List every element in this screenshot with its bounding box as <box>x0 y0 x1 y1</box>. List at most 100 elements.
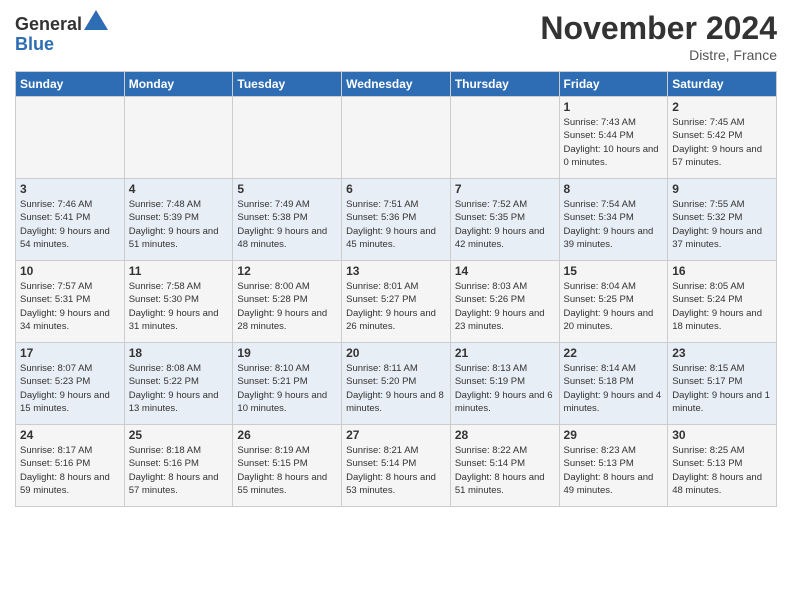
day-number: 17 <box>20 346 120 360</box>
day-info: Sunrise: 8:11 AM Sunset: 5:20 PM Dayligh… <box>346 362 446 415</box>
day-info: Sunrise: 8:04 AM Sunset: 5:25 PM Dayligh… <box>564 280 664 333</box>
calendar-cell: 30 Sunrise: 8:25 AM Sunset: 5:13 PM Dayli… <box>668 425 777 507</box>
day-info: Sunrise: 7:51 AM Sunset: 5:36 PM Dayligh… <box>346 198 446 251</box>
calendar-cell: 10 Sunrise: 7:57 AM Sunset: 5:31 PM Dayli… <box>16 261 125 343</box>
header-cell-friday: Friday <box>559 72 668 97</box>
day-info: Sunrise: 7:57 AM Sunset: 5:31 PM Dayligh… <box>20 280 120 333</box>
calendar-cell: 14Sunrise: 8:03 AM Sunset: 5:26 PM Dayli… <box>450 261 559 343</box>
calendar-cell <box>450 97 559 179</box>
calendar-cell: 4 Sunrise: 7:48 AM Sunset: 5:39 PM Daylig… <box>124 179 233 261</box>
day-info: Sunrise: 8:07 AM Sunset: 5:23 PM Dayligh… <box>20 362 120 415</box>
calendar-cell: 11 Sunrise: 7:58 AM Sunset: 5:30 PM Dayli… <box>124 261 233 343</box>
day-number: 14 <box>455 264 555 278</box>
calendar-cell: 15 Sunrise: 8:04 AM Sunset: 5:25 PM Dayli… <box>559 261 668 343</box>
logo-blue-text: Blue <box>15 34 54 54</box>
page-header: General Blue November 2024 Distre, Franc… <box>15 10 777 63</box>
day-info: Sunrise: 7:45 AM Sunset: 5:42 PM Dayligh… <box>672 116 772 169</box>
header-cell-monday: Monday <box>124 72 233 97</box>
day-info: Sunrise: 8:25 AM Sunset: 5:13 PM Dayligh… <box>672 444 772 497</box>
calendar-cell: 5Sunrise: 7:49 AM Sunset: 5:38 PM Daylig… <box>233 179 342 261</box>
location: Distre, France <box>540 47 777 63</box>
day-info: Sunrise: 7:48 AM Sunset: 5:39 PM Dayligh… <box>129 198 229 251</box>
calendar-cell: 8 Sunrise: 7:54 AM Sunset: 5:34 PM Daylig… <box>559 179 668 261</box>
calendar-cell: 6 Sunrise: 7:51 AM Sunset: 5:36 PM Daylig… <box>342 179 451 261</box>
day-number: 11 <box>129 264 229 278</box>
day-number: 23 <box>672 346 772 360</box>
calendar-cell: 18 Sunrise: 8:08 AM Sunset: 5:22 PM Dayli… <box>124 343 233 425</box>
day-info: Sunrise: 8:15 AM Sunset: 5:17 PM Dayligh… <box>672 362 772 415</box>
day-number: 30 <box>672 428 772 442</box>
day-info: Sunrise: 8:10 AM Sunset: 5:21 PM Dayligh… <box>237 362 337 415</box>
calendar-cell <box>342 97 451 179</box>
day-info: Sunrise: 8:00 AM Sunset: 5:28 PM Dayligh… <box>237 280 337 333</box>
header-cell-saturday: Saturday <box>668 72 777 97</box>
week-row-4: 17 Sunrise: 8:07 AM Sunset: 5:23 PM Dayli… <box>16 343 777 425</box>
calendar-cell <box>16 97 125 179</box>
day-number: 9 <box>672 182 772 196</box>
day-info: Sunrise: 8:17 AM Sunset: 5:16 PM Dayligh… <box>20 444 120 497</box>
week-row-1: 1 Sunrise: 7:43 AM Sunset: 5:44 PM Daylig… <box>16 97 777 179</box>
page-container: General Blue November 2024 Distre, Franc… <box>0 0 792 517</box>
logo: General Blue <box>15 10 108 55</box>
calendar-body: 1 Sunrise: 7:43 AM Sunset: 5:44 PM Daylig… <box>16 97 777 507</box>
day-number: 28 <box>455 428 555 442</box>
day-number: 15 <box>564 264 664 278</box>
calendar-cell: 19 Sunrise: 8:10 AM Sunset: 5:21 PM Dayli… <box>233 343 342 425</box>
day-info: Sunrise: 8:22 AM Sunset: 5:14 PM Dayligh… <box>455 444 555 497</box>
day-number: 1 <box>564 100 664 114</box>
day-number: 13 <box>346 264 446 278</box>
header-row: SundayMondayTuesdayWednesdayThursdayFrid… <box>16 72 777 97</box>
calendar-cell: 25Sunrise: 8:18 AM Sunset: 5:16 PM Dayli… <box>124 425 233 507</box>
day-info: Sunrise: 7:46 AM Sunset: 5:41 PM Dayligh… <box>20 198 120 251</box>
day-number: 20 <box>346 346 446 360</box>
header-cell-tuesday: Tuesday <box>233 72 342 97</box>
day-number: 2 <box>672 100 772 114</box>
day-number: 16 <box>672 264 772 278</box>
day-info: Sunrise: 7:43 AM Sunset: 5:44 PM Dayligh… <box>564 116 664 169</box>
day-number: 5 <box>237 182 337 196</box>
day-number: 19 <box>237 346 337 360</box>
day-number: 7 <box>455 182 555 196</box>
logo-icon <box>84 10 108 30</box>
day-info: Sunrise: 7:58 AM Sunset: 5:30 PM Dayligh… <box>129 280 229 333</box>
header-cell-sunday: Sunday <box>16 72 125 97</box>
day-number: 3 <box>20 182 120 196</box>
calendar-cell <box>124 97 233 179</box>
title-block: November 2024 Distre, France <box>540 10 777 63</box>
month-title: November 2024 <box>540 10 777 47</box>
calendar-cell: 7 Sunrise: 7:52 AM Sunset: 5:35 PM Daylig… <box>450 179 559 261</box>
week-row-3: 10 Sunrise: 7:57 AM Sunset: 5:31 PM Dayli… <box>16 261 777 343</box>
day-info: Sunrise: 8:08 AM Sunset: 5:22 PM Dayligh… <box>129 362 229 415</box>
day-info: Sunrise: 7:52 AM Sunset: 5:35 PM Dayligh… <box>455 198 555 251</box>
day-number: 26 <box>237 428 337 442</box>
calendar-cell: 9Sunrise: 7:55 AM Sunset: 5:32 PM Daylig… <box>668 179 777 261</box>
calendar-cell: 23 Sunrise: 8:15 AM Sunset: 5:17 PM Dayli… <box>668 343 777 425</box>
day-info: Sunrise: 7:54 AM Sunset: 5:34 PM Dayligh… <box>564 198 664 251</box>
calendar-cell: 29Sunrise: 8:23 AM Sunset: 5:13 PM Dayli… <box>559 425 668 507</box>
calendar-cell: 16 Sunrise: 8:05 AM Sunset: 5:24 PM Dayli… <box>668 261 777 343</box>
day-number: 18 <box>129 346 229 360</box>
day-number: 10 <box>20 264 120 278</box>
week-row-5: 24Sunrise: 8:17 AM Sunset: 5:16 PM Dayli… <box>16 425 777 507</box>
day-number: 29 <box>564 428 664 442</box>
day-number: 22 <box>564 346 664 360</box>
calendar-cell: 2 Sunrise: 7:45 AM Sunset: 5:42 PM Daylig… <box>668 97 777 179</box>
calendar-cell: 24Sunrise: 8:17 AM Sunset: 5:16 PM Dayli… <box>16 425 125 507</box>
day-number: 8 <box>564 182 664 196</box>
day-number: 4 <box>129 182 229 196</box>
day-info: Sunrise: 8:01 AM Sunset: 5:27 PM Dayligh… <box>346 280 446 333</box>
calendar-cell: 17 Sunrise: 8:07 AM Sunset: 5:23 PM Dayli… <box>16 343 125 425</box>
day-info: Sunrise: 8:21 AM Sunset: 5:14 PM Dayligh… <box>346 444 446 497</box>
calendar-header: SundayMondayTuesdayWednesdayThursdayFrid… <box>16 72 777 97</box>
calendar-cell: 22 Sunrise: 8:14 AM Sunset: 5:18 PM Dayli… <box>559 343 668 425</box>
day-info: Sunrise: 8:14 AM Sunset: 5:18 PM Dayligh… <box>564 362 664 415</box>
calendar-cell: 3 Sunrise: 7:46 AM Sunset: 5:41 PM Daylig… <box>16 179 125 261</box>
day-info: Sunrise: 8:05 AM Sunset: 5:24 PM Dayligh… <box>672 280 772 333</box>
calendar-cell <box>233 97 342 179</box>
header-cell-wednesday: Wednesday <box>342 72 451 97</box>
day-info: Sunrise: 8:13 AM Sunset: 5:19 PM Dayligh… <box>455 362 555 415</box>
day-number: 6 <box>346 182 446 196</box>
calendar-cell: 21Sunrise: 8:13 AM Sunset: 5:19 PM Dayli… <box>450 343 559 425</box>
calendar-cell: 28 Sunrise: 8:22 AM Sunset: 5:14 PM Dayli… <box>450 425 559 507</box>
calendar-table: SundayMondayTuesdayWednesdayThursdayFrid… <box>15 71 777 507</box>
